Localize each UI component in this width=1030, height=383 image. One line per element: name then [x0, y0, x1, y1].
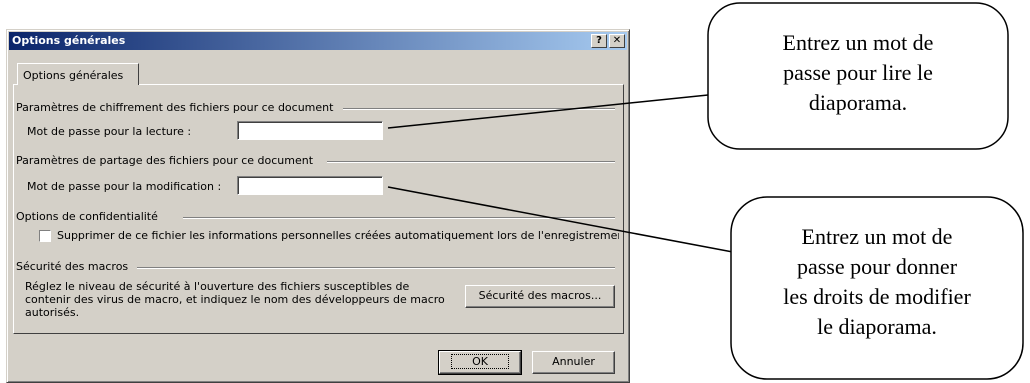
modify-callout-pointer: [387, 186, 755, 257]
callout-line: passe pour lire le: [783, 60, 933, 85]
callout-line: Entrez un mot de: [782, 30, 934, 55]
callout-line: les droits de modifier: [783, 284, 971, 309]
tab-options-generales[interactable]: Options générales: [17, 63, 139, 85]
callout-line: passe pour donner: [796, 254, 958, 279]
callout-line: Entrez un mot de: [801, 224, 953, 249]
read-callout-text: Entrez un mot de passe pour lire le diap…: [708, 28, 1008, 118]
callout-line: le diaporama.: [817, 314, 937, 339]
tab-label: Options générales: [23, 69, 124, 82]
callout-line: diaporama.: [808, 90, 908, 115]
modify-callout-text: Entrez un mot de passe pour donner les d…: [731, 222, 1023, 342]
read-callout-pointer: [387, 94, 709, 129]
